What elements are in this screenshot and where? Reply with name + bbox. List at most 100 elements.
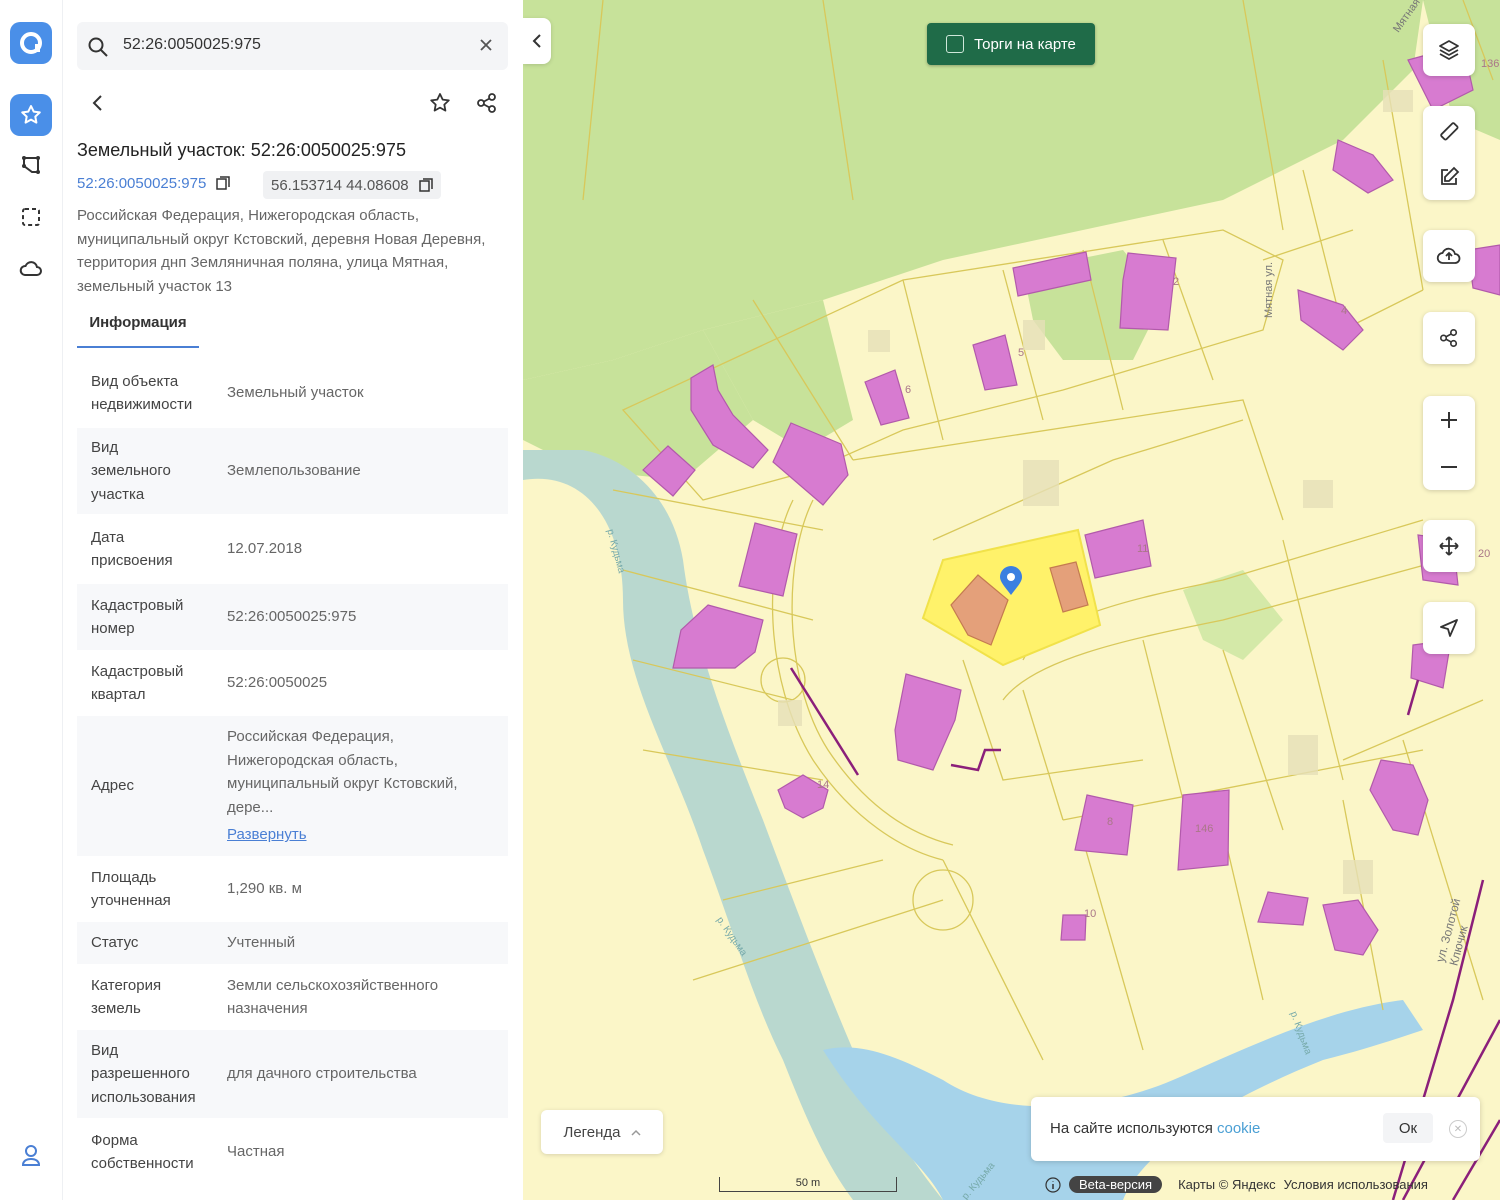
properties-table: Вид объекта недвижимости Земельный участ… bbox=[77, 358, 508, 1186]
edit-draw-icon[interactable] bbox=[1423, 156, 1475, 198]
table-row: Вид земельного участка Землепользование bbox=[77, 428, 508, 514]
table-row: Форма собственности Частная bbox=[77, 1118, 508, 1186]
ruler-icon[interactable] bbox=[1423, 106, 1475, 156]
legend-button[interactable]: Легенда bbox=[541, 1110, 663, 1154]
row-label: Вид земельного участка bbox=[91, 438, 171, 503]
terms-link[interactable]: Условия использования bbox=[1284, 1177, 1428, 1192]
beta-badge: Beta-версия bbox=[1069, 1176, 1163, 1193]
row-label: Площадь уточненная bbox=[91, 868, 171, 910]
copy-icon[interactable] bbox=[216, 176, 231, 190]
row-value: Земли сельскохозяйственного назначения bbox=[227, 976, 439, 1018]
collapse-panel-button[interactable] bbox=[523, 18, 551, 64]
cloud-icon[interactable] bbox=[10, 248, 52, 290]
house-number: 8 bbox=[1107, 816, 1114, 828]
scale-bar: 50 m bbox=[719, 1177, 897, 1192]
table-row: Категория земель Земли сельскохозяйствен… bbox=[77, 964, 508, 1030]
info-icon[interactable] bbox=[1045, 1176, 1061, 1193]
street-label: Мятная ул. bbox=[1263, 261, 1275, 318]
favorites-star-icon[interactable] bbox=[10, 94, 52, 136]
cookie-banner: На сайте используются cookie Ок ✕ bbox=[1031, 1097, 1480, 1161]
expand-link[interactable]: Развернуть bbox=[227, 823, 489, 847]
cookie-close-icon[interactable]: ✕ bbox=[1449, 1120, 1467, 1138]
coordinates-chip[interactable]: 56.153714 44.08608 bbox=[263, 171, 441, 199]
row-value: 52:26:0050025 bbox=[227, 674, 328, 692]
back-chevron-icon[interactable] bbox=[87, 92, 107, 114]
map-share-button[interactable] bbox=[1423, 312, 1475, 364]
navigation-arrow-icon bbox=[1423, 602, 1475, 654]
search-box[interactable]: 52:26:0050025:975 bbox=[77, 22, 508, 70]
cookie-ok-button[interactable]: Ок bbox=[1383, 1113, 1433, 1143]
user-profile-icon[interactable] bbox=[10, 1134, 52, 1176]
share-icon bbox=[1423, 312, 1475, 364]
building bbox=[738, 522, 798, 597]
row-label: Вид разрешенного использования bbox=[91, 1041, 196, 1106]
info-panel: 52:26:0050025:975 Земельный участок: 52:… bbox=[63, 0, 523, 1200]
search-icon bbox=[87, 36, 109, 58]
building bbox=[972, 334, 1018, 391]
location-pin-icon[interactable] bbox=[999, 566, 1023, 601]
row-value: 52:26:0050025:975 bbox=[227, 608, 357, 626]
building bbox=[1257, 891, 1309, 926]
zoom-controls bbox=[1423, 396, 1475, 490]
cookie-message: На сайте используются cookie bbox=[1050, 1120, 1260, 1137]
auctions-on-map-toggle[interactable]: Торги на карте bbox=[927, 23, 1095, 65]
house-number: 11 bbox=[1137, 543, 1149, 555]
search-input[interactable]: 52:26:0050025:975 bbox=[123, 36, 261, 54]
building bbox=[1119, 252, 1177, 331]
row-label: Вид объекта недвижимости bbox=[91, 372, 193, 414]
share-icon[interactable] bbox=[474, 90, 500, 116]
polygon-tool-icon[interactable] bbox=[10, 144, 52, 186]
table-row: Адрес Российская Федерация, Нижегородска… bbox=[77, 716, 508, 856]
row-value: 12.07.2018 bbox=[227, 540, 303, 558]
address-text: Российская Федерация, Нижегородская обла… bbox=[77, 207, 486, 295]
row-label: Кадастровый номер bbox=[91, 596, 184, 638]
building bbox=[1322, 899, 1379, 956]
cadastral-number-text[interactable]: 52:26:0050025:975 bbox=[77, 175, 206, 192]
house-number: 20 bbox=[1478, 548, 1491, 560]
row-label: Дата присвоения bbox=[91, 528, 173, 570]
building bbox=[1332, 139, 1394, 194]
cookie-link[interactable]: cookie bbox=[1217, 1120, 1260, 1137]
maps-credit[interactable]: Карты © Яндекс bbox=[1178, 1177, 1276, 1192]
building bbox=[864, 369, 910, 426]
geolocation-button[interactable] bbox=[1423, 602, 1475, 654]
map-canvas[interactable]: Мятная ул. Мятная ул. ул. Золотой Ключик… bbox=[523, 0, 1500, 1200]
copy-coordinates-icon[interactable] bbox=[418, 178, 433, 192]
table-row: Кадастровый номер 52:26:0050025:975 bbox=[77, 584, 508, 650]
auctions-checkbox[interactable] bbox=[946, 35, 965, 53]
scale-label: 50 m bbox=[795, 1177, 821, 1189]
app-logo-icon[interactable] bbox=[10, 22, 52, 64]
tab-information[interactable]: Информация bbox=[77, 312, 199, 348]
house-number: 5 bbox=[1018, 347, 1025, 359]
left-rail bbox=[0, 0, 63, 1200]
zoom-in-icon[interactable] bbox=[1423, 396, 1475, 443]
move-arrows-icon bbox=[1423, 520, 1475, 572]
layers-button[interactable] bbox=[1423, 24, 1475, 76]
row-value: Частная bbox=[227, 1143, 285, 1161]
upload-button[interactable] bbox=[1423, 230, 1475, 282]
row-value-container: Российская Федерация, Нижегородская обла… bbox=[227, 725, 489, 847]
house-number: 146 bbox=[1195, 823, 1214, 835]
house-number: 14 bbox=[817, 779, 830, 791]
row-label: Адрес bbox=[91, 777, 134, 795]
row-value: Российская Федерация, Нижегородская обла… bbox=[227, 728, 458, 816]
house-number: 6 bbox=[905, 384, 912, 396]
layers-icon bbox=[1423, 24, 1475, 76]
building bbox=[1297, 289, 1364, 351]
row-label: Форма собственности bbox=[91, 1131, 194, 1173]
row-label: Статус bbox=[91, 934, 139, 952]
zoom-out-icon[interactable] bbox=[1423, 443, 1475, 490]
clear-search-icon[interactable] bbox=[479, 38, 493, 52]
pan-button[interactable] bbox=[1423, 520, 1475, 572]
cloud-upload-icon bbox=[1423, 230, 1475, 282]
coordinates-text: 56.153714 44.08608 bbox=[271, 176, 409, 194]
table-row: Дата присвоения 12.07.2018 bbox=[77, 514, 508, 584]
row-label: Кадастровый квартал bbox=[91, 662, 184, 704]
measure-tools-group bbox=[1423, 106, 1475, 200]
selection-tool-icon[interactable] bbox=[10, 196, 52, 238]
house-number: 2 bbox=[1173, 276, 1180, 288]
legend-label: Легенда bbox=[563, 1123, 621, 1141]
favorite-star-icon[interactable] bbox=[427, 90, 453, 116]
cadastral-number-link[interactable]: 52:26:0050025:975 bbox=[77, 175, 231, 192]
table-row: Вид объекта недвижимости Земельный участ… bbox=[77, 358, 508, 428]
